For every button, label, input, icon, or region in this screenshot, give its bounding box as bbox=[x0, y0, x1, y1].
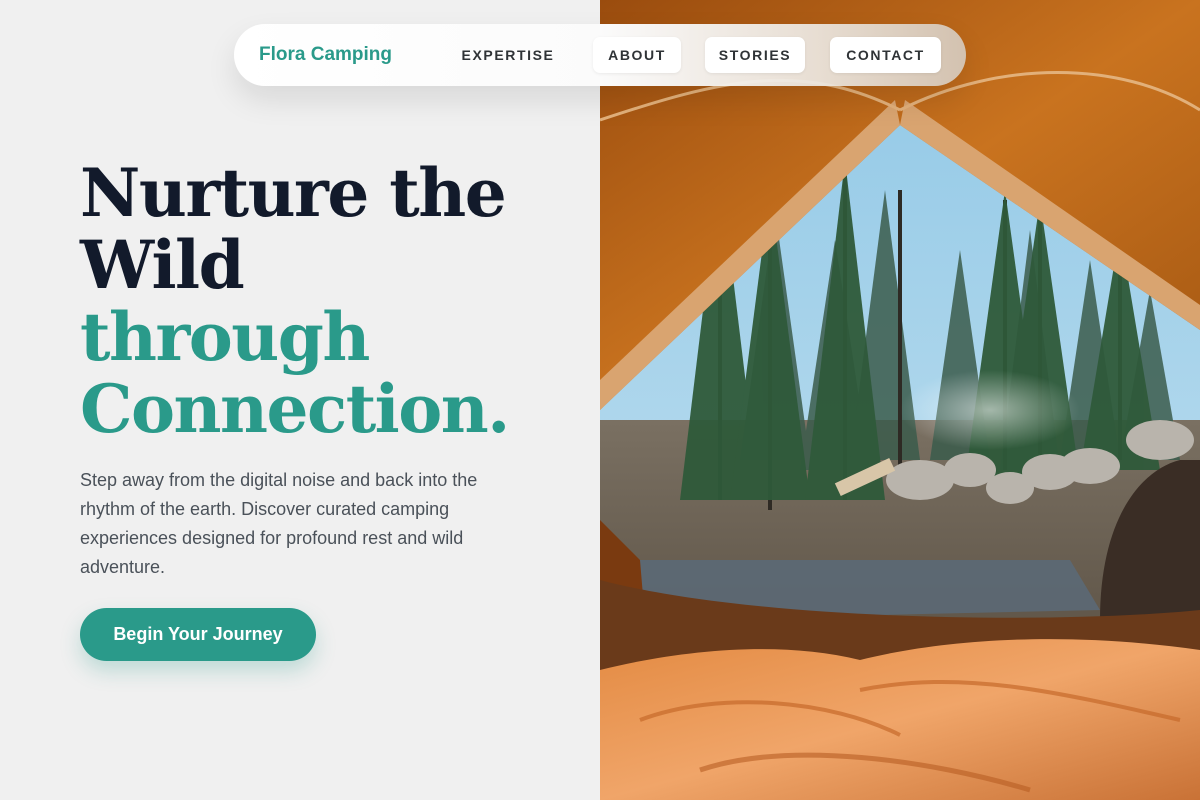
headline-line-2: Wild bbox=[80, 226, 245, 304]
nav-link-about[interactable]: ABOUT bbox=[593, 37, 681, 73]
tent-view-photo bbox=[600, 0, 1200, 800]
headline-line-3: through bbox=[80, 298, 370, 376]
brand-logo[interactable]: Flora Camping bbox=[259, 44, 392, 66]
nav-link-contact[interactable]: CONTACT bbox=[830, 37, 941, 73]
nav-link-expertise[interactable]: EXPERTISE bbox=[452, 37, 564, 73]
begin-journey-button[interactable]: Begin Your Journey bbox=[80, 608, 316, 661]
top-navbar: Flora Camping EXPERTISE ABOUT STORIES CO… bbox=[234, 24, 966, 86]
hero-headline: Nurture the Wild through Connection. bbox=[80, 157, 580, 445]
hero-intro-text: Step away from the digital noise and bac… bbox=[80, 470, 478, 577]
nav-link-stories[interactable]: STORIES bbox=[705, 37, 805, 73]
hero-image-panel bbox=[600, 0, 1200, 800]
headline-line-1: Nurture the bbox=[80, 154, 507, 232]
headline-line-4: Connection. bbox=[80, 370, 510, 448]
